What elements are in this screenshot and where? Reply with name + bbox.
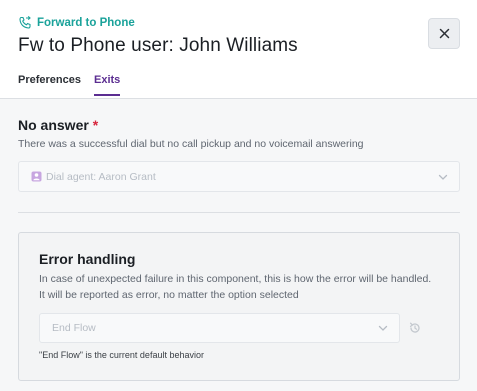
dialog-header: Forward to Phone Fw to Phone user: John … <box>0 0 477 99</box>
tab-preferences[interactable]: Preferences <box>18 74 81 96</box>
reset-icon[interactable] <box>408 321 422 335</box>
error-handling-description: In case of unexpected failure in this co… <box>39 273 432 301</box>
error-handling-select[interactable]: End Flow <box>39 313 400 343</box>
breadcrumb-label: Forward to Phone <box>37 17 135 29</box>
error-handling-value: End Flow <box>52 322 96 334</box>
error-handling-title: Error handling <box>39 251 136 267</box>
no-answer-exit-select[interactable]: Dial agent: Aaron Grant <box>18 161 460 192</box>
error-handling-note: "End Flow" is the current default behavi… <box>39 350 204 360</box>
page-title: Fw to Phone user: John Williams <box>18 35 298 56</box>
chevron-down-icon <box>437 171 449 183</box>
no-answer-title-text: No answer <box>18 117 89 133</box>
error-handling-card: Error handling In case of unexpected fai… <box>18 232 460 381</box>
no-answer-description: There was a successful dial but no call … <box>18 138 364 150</box>
required-mark: * <box>92 117 99 133</box>
tab-bar: Preferences Exits <box>18 74 121 96</box>
breadcrumb: Forward to Phone <box>18 16 135 30</box>
close-icon <box>439 28 450 39</box>
agent-badge-icon <box>31 171 42 182</box>
chevron-down-icon <box>377 322 389 334</box>
close-button[interactable] <box>428 18 460 49</box>
tab-exits[interactable]: Exits <box>94 74 121 96</box>
section-divider <box>18 212 460 213</box>
no-answer-title: No answer * <box>18 117 98 133</box>
phone-forward-icon <box>18 16 32 30</box>
no-answer-exit-value: Dial agent: Aaron Grant <box>46 170 156 183</box>
